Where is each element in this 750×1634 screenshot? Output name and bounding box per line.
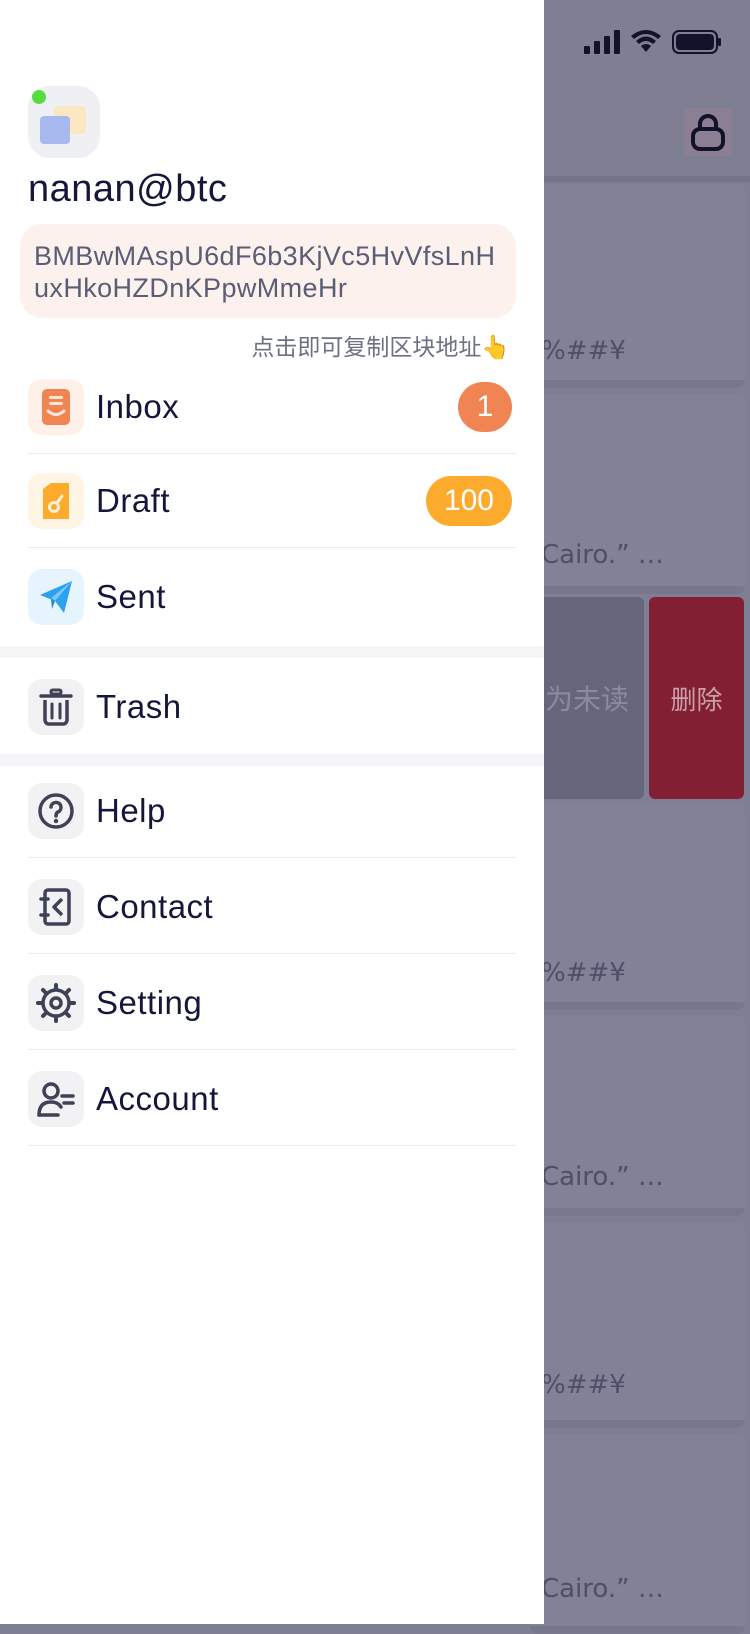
menu-item-label: Contact: [96, 888, 214, 925]
signal-icon: [584, 30, 620, 54]
status-bar: [584, 30, 722, 54]
mail-snippet: Cairo.” …: [541, 540, 664, 570]
unread-count-badge: 1: [458, 382, 512, 432]
menu-item-sent[interactable]: Sent: [28, 550, 516, 644]
menu-item-help[interactable]: Help: [28, 764, 516, 858]
mail-snippet: %##¥: [541, 958, 626, 988]
menu-item-draft[interactable]: Draft 100: [28, 454, 516, 548]
wifi-icon: [631, 30, 661, 52]
mail-snippet: Cairo.” …: [541, 1574, 664, 1604]
mail-snippet: %##¥: [541, 336, 626, 366]
trash-icon: [28, 679, 84, 735]
menu-item-account[interactable]: Account: [28, 1052, 516, 1146]
lock-button[interactable]: [684, 108, 732, 156]
help-icon: [28, 783, 84, 839]
copy-address-hint[interactable]: 点击即可复制区块地址👆: [251, 328, 510, 362]
draft-icon: [28, 473, 84, 529]
side-drawer: nanan@btc BMBwMAspU6dF6b3KjVc5HvVfsLnHux…: [0, 0, 544, 1624]
mark-unread-label: 为未读: [544, 683, 629, 716]
divider: [28, 547, 516, 548]
username: nanan@btc: [28, 168, 228, 210]
wallet-address[interactable]: BMBwMAspU6dF6b3KjVc5HvVfsLnHuxHkoHZDnKPp…: [20, 224, 516, 318]
delete-label: 删除: [670, 685, 723, 716]
divider: [28, 953, 516, 954]
menu-item-label: Inbox: [96, 388, 180, 425]
online-status-dot: [32, 90, 46, 104]
contact-icon: [28, 879, 84, 935]
menu-item-label: Setting: [96, 984, 203, 1021]
delete-button[interactable]: 删除: [649, 597, 744, 799]
inbox-icon: [28, 379, 84, 435]
mail-snippet: %##¥: [541, 1370, 626, 1400]
account-icon: [28, 1071, 84, 1127]
avatar[interactable]: [28, 86, 100, 158]
menu-item-label: Help: [96, 792, 166, 829]
divider: [28, 1145, 516, 1146]
menu-item-label: Draft: [96, 482, 171, 519]
menu-item-label: Sent: [96, 578, 166, 615]
section-divider: [0, 646, 544, 658]
gear-icon: [28, 975, 84, 1031]
menu-item-label: Trash: [96, 688, 182, 725]
mail-card[interactable]: [530, 1434, 745, 1634]
menu-item-inbox[interactable]: Inbox 1: [28, 360, 516, 454]
menu-item-contact[interactable]: Contact: [28, 860, 516, 954]
mail-snippet: Cairo.” …: [541, 1162, 664, 1192]
avatar-shape: [40, 116, 70, 144]
lock-icon: [691, 114, 725, 151]
menu-item-label: Account: [96, 1080, 219, 1117]
menu-item-trash[interactable]: Trash: [28, 660, 516, 754]
draft-count-badge: 100: [425, 476, 512, 526]
battery-icon: [672, 30, 721, 54]
divider: [28, 857, 516, 858]
menu-item-setting[interactable]: Setting: [28, 956, 516, 1050]
sent-icon: [28, 569, 84, 625]
mark-unread-button[interactable]: 为未读: [530, 597, 644, 799]
divider: [28, 1049, 516, 1050]
